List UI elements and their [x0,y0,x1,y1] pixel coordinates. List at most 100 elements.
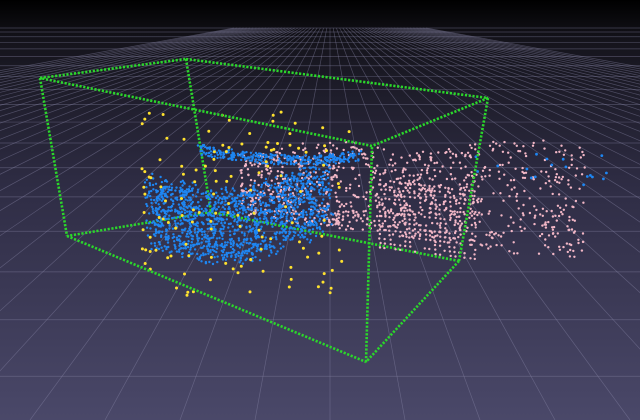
blue-point [241,262,245,265]
pink-point [568,215,571,219]
blue-point [274,187,278,190]
blue-point [170,188,173,192]
pink-point [490,236,494,239]
yellow-point [257,228,261,232]
pink-point [411,210,414,213]
blue-point [210,225,213,228]
pink-point [337,210,340,213]
pink-point [492,140,495,144]
blue-point [234,158,238,162]
blue-point [205,152,208,155]
pink-point [373,224,377,227]
pink-point [249,178,253,182]
blue-point [328,153,332,156]
blue-point [179,186,182,189]
pink-point [506,184,509,187]
blue-point [319,154,323,157]
blue-point [182,205,186,208]
blue-point [208,260,211,264]
grid-line-depth [0,27,267,101]
pink-point [524,171,528,174]
pink-point [544,182,547,185]
blue-point [268,246,272,249]
blue-point [270,219,273,223]
pink-point [452,161,455,164]
blue-point [202,223,205,226]
pink-point [434,248,437,251]
blue-point [241,244,244,247]
blue-point [299,194,303,197]
pink-point [434,216,437,220]
blue-point [314,167,318,171]
blue-point [200,227,203,231]
blue-point [199,150,202,153]
pink-point [483,166,486,170]
blue-point [255,249,258,253]
box-edge [364,145,374,363]
blue-point [243,191,247,194]
pink-point [522,214,525,217]
pink-point [423,247,426,250]
blue-point [188,250,191,254]
pink-point [398,198,401,201]
point-cloud-viewport[interactable] [0,0,640,420]
pink-point [393,243,396,246]
blue-point [309,232,312,236]
pink-point [459,192,462,196]
blue-point [170,216,174,220]
pink-point [487,247,490,250]
blue-point [176,215,180,219]
blue-point [287,177,290,180]
pink-point [473,221,477,225]
blue-point [155,210,158,213]
blue-point [209,150,213,153]
pink-point [561,213,564,216]
pink-point [453,223,456,227]
blue-point [257,221,260,224]
blue-point [189,244,193,247]
blue-point [318,227,322,231]
pink-point [448,232,451,235]
blue-point [231,216,234,219]
blue-point [237,154,240,157]
yellow-point [257,171,261,175]
pink-point [357,184,361,188]
pink-point [480,213,483,216]
pink-point [239,169,242,172]
blue-point [283,194,286,197]
blue-point [184,227,187,230]
blue-point [277,205,280,208]
pink-point [454,230,457,233]
pink-point [404,244,407,248]
pink-point [400,214,403,217]
pink-point [426,189,429,192]
grid-line-depth [342,27,631,420]
point-cloud-canvas[interactable] [0,0,640,420]
blue-point [154,207,158,210]
grid-line-depth [352,27,640,253]
pink-point [453,210,456,213]
pink-point [509,156,512,159]
blue-point [173,243,176,247]
blue-point [263,193,267,197]
pink-point [405,228,409,231]
blue-point [189,203,193,206]
blue-point [196,224,199,228]
pink-point [389,238,392,241]
blue-point [313,197,316,200]
blue-point [220,201,223,204]
pink-point [567,228,570,232]
pink-point [581,232,585,235]
blue-point [324,185,328,189]
blue-point [330,159,333,162]
pink-point [544,238,547,241]
pink-point [568,243,571,246]
pink-point [293,217,297,221]
pink-point [419,197,422,200]
blue-point [290,162,293,165]
yellow-point [224,150,228,154]
yellow-point [236,213,240,217]
pink-point [444,151,447,155]
pink-point [463,179,466,182]
pink-point [439,183,443,187]
